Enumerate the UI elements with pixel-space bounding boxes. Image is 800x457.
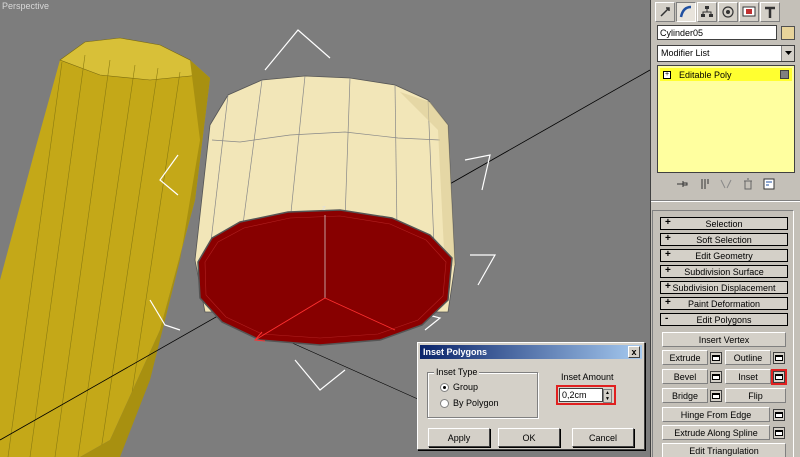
insert-vertex-button[interactable]: Insert Vertex [662, 332, 786, 347]
cancel-button[interactable]: Cancel [572, 428, 634, 447]
dialog-title-bar[interactable]: Inset Polygons x [420, 345, 642, 359]
radio-group-label: Group [453, 382, 479, 392]
hierarchy-icon[interactable] [697, 2, 717, 22]
rollout-panel[interactable]: + Selection + Soft Selection + Edit Geometr… [652, 210, 794, 457]
inset-amount-input[interactable]: 0,2cm [559, 388, 603, 402]
edit-triangulation-button[interactable]: Edit Triangulation [662, 443, 786, 457]
display-icon[interactable] [739, 2, 759, 22]
bevel-settings-icon[interactable] [710, 371, 722, 383]
rollout-edit-polygons[interactable]: - Edit Polygons [660, 313, 788, 326]
extrude-button[interactable]: Extrude [662, 350, 708, 365]
inset-settings-icon[interactable] [771, 369, 787, 385]
show-end-result-icon[interactable] [699, 178, 711, 190]
inset-button[interactable]: Inset [725, 369, 771, 384]
rollout-subdivision-surface[interactable]: + Subdivision Surface [660, 265, 788, 278]
apply-button[interactable]: Apply [428, 428, 490, 447]
chevron-down-icon[interactable] [781, 46, 794, 61]
panel-tabs [655, 2, 780, 22]
panel-separator [651, 200, 800, 202]
modify-icon[interactable] [676, 2, 696, 22]
modifier-list-label: Modifier List [661, 48, 710, 58]
extrude-settings-icon[interactable] [710, 352, 722, 364]
flip-button[interactable]: Flip [725, 388, 786, 403]
modifier-toggle-icon[interactable] [780, 70, 789, 79]
outline-settings-icon[interactable] [773, 352, 785, 364]
object-color-swatch[interactable] [781, 26, 795, 40]
expand-plus-icon[interactable]: + [663, 70, 671, 79]
utilities-icon[interactable] [760, 2, 780, 22]
selected-cylinder[interactable]: z [194, 75, 456, 346]
inset-type-group: Inset Type Group By Polygon [427, 367, 538, 418]
rollout-soft-selection[interactable]: + Soft Selection [660, 233, 788, 246]
rollout-paint-deformation[interactable]: + Paint Deformation [660, 297, 788, 310]
radio-by-polygon[interactable]: By Polygon [440, 398, 499, 408]
outline-button[interactable]: Outline [725, 350, 771, 365]
object-name-field[interactable]: Cylinder05 [657, 25, 777, 40]
inset-type-label: Inset Type [434, 367, 480, 377]
stack-item-label: Editable Poly [679, 69, 732, 80]
hinge-from-edge-button[interactable]: Hinge From Edge [662, 407, 770, 422]
inset-amount-highlight: 0,2cm ▲ ▼ [556, 385, 616, 405]
close-icon[interactable]: x [628, 346, 640, 358]
make-unique-icon[interactable] [720, 178, 732, 190]
bevel-button[interactable]: Bevel [662, 369, 708, 384]
inset-amount-label: Inset Amount [561, 372, 614, 382]
radio-selected-icon[interactable] [440, 382, 449, 392]
spinner-icon[interactable]: ▲ ▼ [603, 389, 612, 403]
extrude-spline-settings-icon[interactable] [773, 427, 785, 439]
extrude-along-spline-button[interactable]: Extrude Along Spline [662, 425, 770, 440]
remove-modifier-icon[interactable] [742, 178, 754, 190]
svg-text:z: z [322, 204, 326, 212]
bridge-settings-icon[interactable] [710, 390, 722, 402]
motion-icon[interactable] [718, 2, 738, 22]
viewport-label[interactable]: Perspective [2, 1, 49, 11]
hinge-settings-icon[interactable] [773, 409, 785, 421]
radio-group[interactable]: Group [440, 382, 478, 392]
inset-polygons-dialog: Inset Polygons x Inset Type Group By Pol… [417, 342, 645, 450]
configure-modifier-sets-icon[interactable] [763, 178, 775, 190]
stack-item-editable-poly[interactable]: + Editable Poly [660, 68, 792, 81]
modifier-list-dropdown[interactable]: Modifier List [657, 45, 795, 62]
create-icon[interactable] [655, 2, 675, 22]
bridge-button[interactable]: Bridge [662, 388, 708, 403]
rollout-selection[interactable]: + Selection [660, 217, 788, 230]
rollout-subdivision-displacement[interactable]: + Subdivision Displacement [660, 281, 788, 294]
background-cylinder[interactable] [0, 37, 210, 457]
ok-button[interactable]: OK [498, 428, 560, 447]
pin-stack-icon[interactable] [677, 178, 689, 190]
stack-toolbar [657, 178, 795, 194]
dialog-title: Inset Polygons [423, 347, 488, 357]
rollout-edit-geometry[interactable]: + Edit Geometry [660, 249, 788, 262]
radio-unselected-icon[interactable] [440, 398, 449, 408]
radio-by-polygon-label: By Polygon [453, 398, 499, 408]
modifier-stack[interactable]: + Editable Poly [657, 65, 795, 173]
